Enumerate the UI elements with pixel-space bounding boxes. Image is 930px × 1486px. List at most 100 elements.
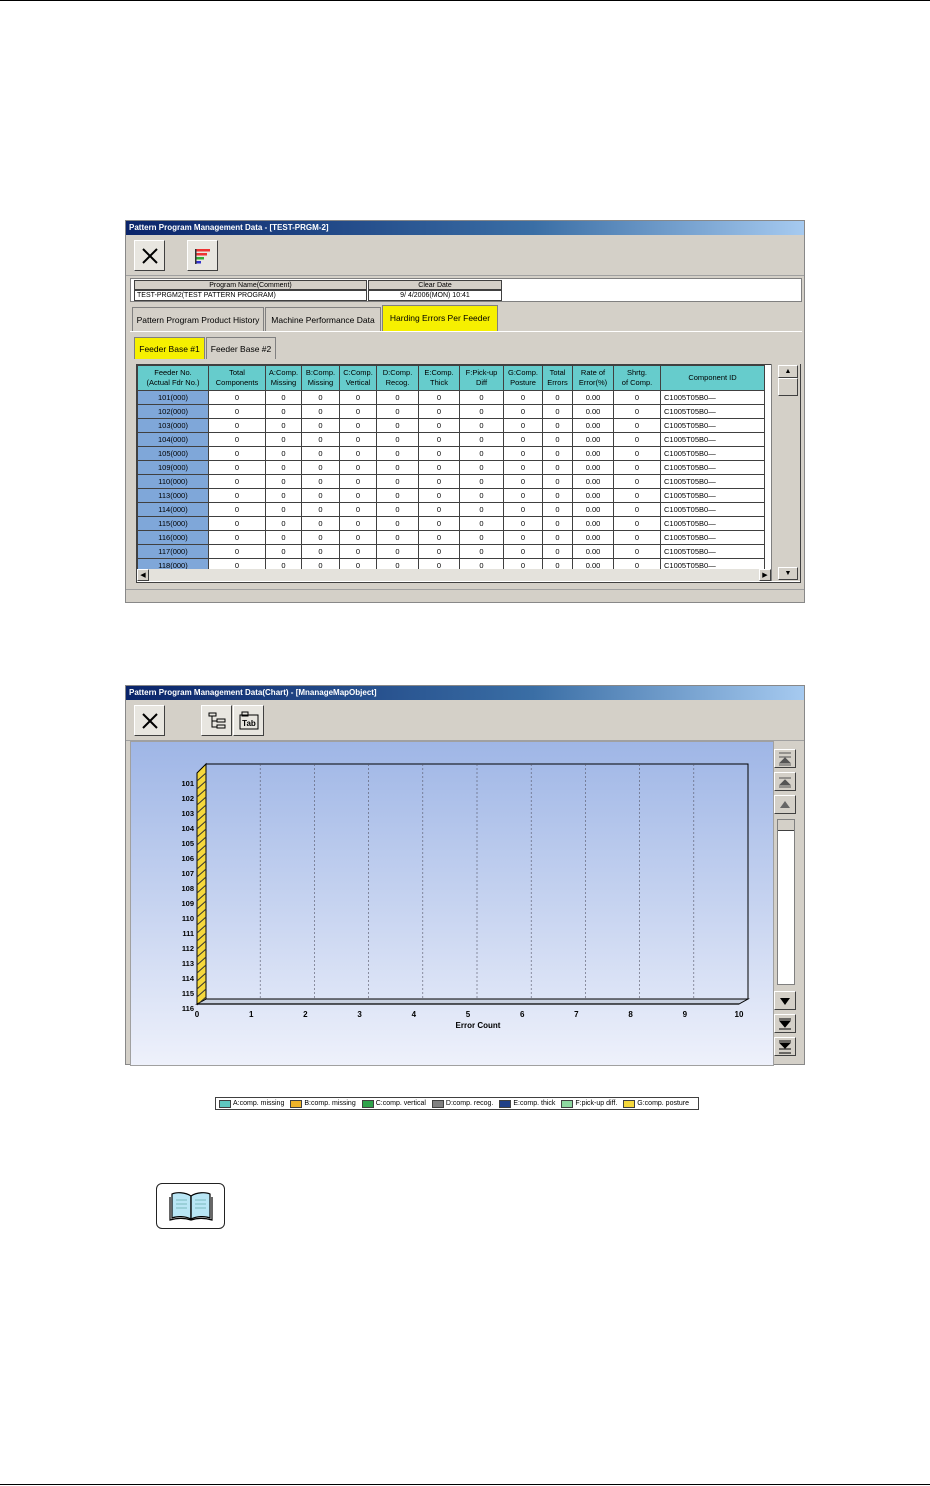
table-cell[interactable]: 0.00 [572,502,614,517]
table-cell[interactable]: 0 [301,432,340,447]
table-cell[interactable]: 0 [301,502,340,517]
table-cell[interactable]: 0 [542,488,573,503]
column-header[interactable]: Feeder No. (Actual Fdr No.) [137,365,209,391]
table-cell[interactable]: 0 [208,390,266,405]
table-cell[interactable]: 0.00 [572,432,614,447]
table-row[interactable]: 110(000) 0 0 0 0 0 0 0 0 0 0.00 0 C1005T05B0— [137,474,765,489]
table-cell[interactable]: 0 [459,488,504,503]
table-cell[interactable]: 0.00 [572,418,614,433]
table-cell[interactable]: 0 [265,474,302,489]
scroll-page-down-button[interactable] [774,1014,796,1033]
table-cell[interactable]: 0 [503,530,543,545]
table-cell[interactable]: 0 [376,418,419,433]
table-cell[interactable]: 0 [339,404,377,419]
table-cell[interactable]: 0 [503,390,543,405]
table-cell[interactable]: 0 [542,460,573,475]
table-cell[interactable]: 0 [208,418,266,433]
table-cell[interactable]: 0 [339,390,377,405]
table-cell[interactable]: 0 [459,516,504,531]
column-header[interactable]: Total Errors [542,365,573,391]
column-header[interactable]: B:Comp. Missing [301,365,340,391]
table-cell[interactable]: 0 [265,446,302,461]
table-cell[interactable]: 0 [418,460,460,475]
table-cell[interactable]: 0.00 [572,544,614,559]
table-cell[interactable]: 0 [376,432,419,447]
table-cell[interactable]: 0 [503,502,543,517]
table-cell[interactable]: 0 [459,502,504,517]
table-cell[interactable]: 0 [265,404,302,419]
chart-scroll-track[interactable] [777,819,795,985]
subtab-feeder-base-1[interactable]: Feeder Base #1 [134,337,205,359]
component-id-cell[interactable]: C1005T05B0— [660,390,765,405]
column-header[interactable]: Total Components [208,365,266,391]
table-cell[interactable]: 0 [208,544,266,559]
grid-vertical-scrollbar[interactable]: ▲ ▼ [771,364,800,581]
table-cell[interactable]: 0 [542,418,573,433]
table-cell[interactable]: 0 [301,530,340,545]
tab-view-button[interactable]: Tab [233,705,264,736]
table-cell[interactable]: 0 [542,502,573,517]
table-cell[interactable]: 0 [376,404,419,419]
table-cell[interactable]: 0 [459,446,504,461]
table-cell[interactable]: 0 [613,488,661,503]
table-cell[interactable]: 0 [613,474,661,489]
table-cell[interactable]: 0 [339,530,377,545]
table-cell[interactable]: 0 [613,446,661,461]
table-cell[interactable]: 0 [208,488,266,503]
table-cell[interactable]: 0 [503,516,543,531]
table-cell[interactable]: 0 [339,418,377,433]
table-row[interactable]: 105(000) 0 0 0 0 0 0 0 0 0 0.00 0 C1005T05B0— [137,446,765,461]
table-cell[interactable]: 0 [542,404,573,419]
table-cell[interactable]: 0 [301,474,340,489]
table-row[interactable]: 101(000) 0 0 0 0 0 0 0 0 0 0.00 0 C1005T05B0— [137,390,765,405]
table-cell[interactable]: 0 [301,390,340,405]
table-cell[interactable]: 0 [301,544,340,559]
table-cell[interactable]: 0 [265,502,302,517]
table-cell[interactable]: 0 [418,488,460,503]
scroll-down-button[interactable] [774,991,796,1010]
table-cell[interactable]: 0 [265,544,302,559]
table-cell[interactable]: 0 [613,390,661,405]
column-header[interactable]: Shrtg. of Comp. [613,365,661,391]
table-cell[interactable]: 0 [459,418,504,433]
column-header[interactable]: A:Comp. Missing [265,365,302,391]
table-cell[interactable]: 0 [339,460,377,475]
table-cell[interactable]: 0.00 [572,488,614,503]
table-cell[interactable]: 0 [459,474,504,489]
table-cell[interactable]: 0 [542,544,573,559]
feeder-no-cell[interactable]: 110(000) [137,474,209,489]
table-cell[interactable]: 0 [339,474,377,489]
component-id-cell[interactable]: C1005T05B0— [660,544,765,559]
component-id-cell[interactable]: C1005T05B0— [660,446,765,461]
table-cell[interactable]: 0.00 [572,390,614,405]
table-cell[interactable]: 0 [542,530,573,545]
table-cell[interactable]: 0 [459,544,504,559]
component-id-cell[interactable]: C1005T05B0— [660,460,765,475]
feeder-no-cell[interactable]: 117(000) [137,544,209,559]
column-header[interactable]: D:Comp. Recog. [376,365,419,391]
table-cell[interactable]: 0 [339,516,377,531]
table-cell[interactable]: 0 [542,390,573,405]
table-cell[interactable]: 0 [376,516,419,531]
column-header[interactable]: G:Comp. Posture [503,365,543,391]
table-cell[interactable]: 0 [376,488,419,503]
table-cell[interactable]: 0 [459,530,504,545]
table-cell[interactable]: 0 [265,516,302,531]
table-cell[interactable]: 0 [418,390,460,405]
table-cell[interactable]: 0 [301,404,340,419]
table-cell[interactable]: 0 [542,516,573,531]
feeder-no-cell[interactable]: 115(000) [137,516,209,531]
table-cell[interactable]: 0 [265,460,302,475]
table-row[interactable]: 116(000) 0 0 0 0 0 0 0 0 0 0.00 0 C1005T05B0— [137,530,765,545]
scroll-bottom-button[interactable] [774,1037,796,1056]
table-cell[interactable]: 0 [265,530,302,545]
table-cell[interactable]: 0 [418,516,460,531]
table-cell[interactable]: 0 [459,404,504,419]
tree-view-button[interactable] [201,705,232,736]
chart-close-button[interactable] [134,705,165,736]
table-cell[interactable]: 0 [613,530,661,545]
feeder-no-cell[interactable]: 116(000) [137,530,209,545]
table-row[interactable]: 104(000) 0 0 0 0 0 0 0 0 0 0.00 0 C1005T05B0— [137,432,765,447]
table-cell[interactable]: 0 [265,488,302,503]
table-cell[interactable]: 0.00 [572,530,614,545]
